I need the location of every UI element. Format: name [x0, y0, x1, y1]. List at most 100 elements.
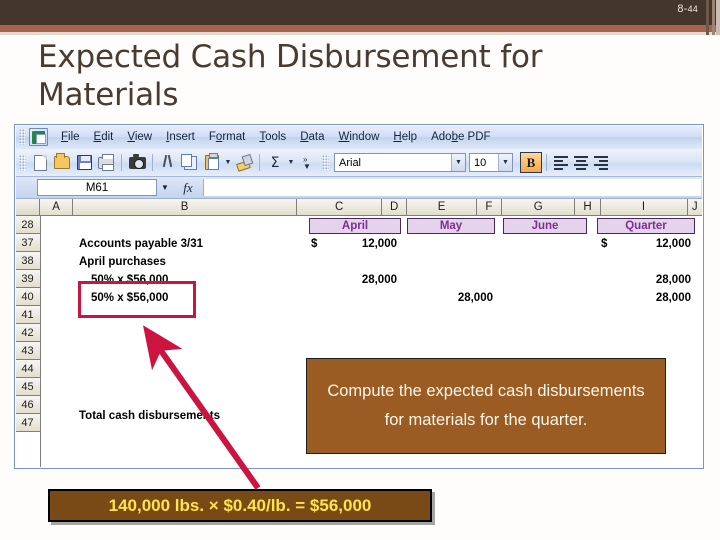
- excel-toolbar: ▼ Σ ▼ » ▼ Arial ▼ 10 ▼ B: [15, 149, 703, 177]
- excel-formula-bar: M61 ▼ fx: [15, 177, 703, 199]
- header-rail-3: [716, 0, 720, 35]
- menu-item-format[interactable]: Format: [202, 129, 252, 145]
- slide-number: 8-44: [677, 3, 698, 15]
- cell-quarter-dollar-sign: $: [601, 238, 608, 250]
- column-header-f[interactable]: F: [476, 199, 502, 215]
- align-center-button[interactable]: [571, 153, 591, 173]
- autosum-dropdown-arrow-icon[interactable]: ▼: [286, 152, 296, 174]
- column-header-g[interactable]: G: [501, 199, 576, 215]
- column-header-h[interactable]: H: [575, 199, 601, 215]
- align-right-button[interactable]: [591, 153, 611, 173]
- slide-header-shadow: [0, 32, 720, 35]
- column-header-row: A B C D E F G H I J: [15, 199, 703, 216]
- column-header-a[interactable]: A: [40, 199, 74, 215]
- formatting-toolbar-grip[interactable]: [322, 154, 329, 171]
- period-header-may: May: [407, 218, 495, 234]
- menu-item-file[interactable]: File: [54, 129, 87, 145]
- autosum-button[interactable]: Σ: [264, 152, 286, 174]
- header-rail-2: [712, 0, 715, 35]
- column-header-c[interactable]: C: [297, 199, 383, 215]
- cell-label-accounts-payable: Accounts payable 3/31: [79, 238, 203, 250]
- menu-item-insert[interactable]: Insert: [159, 129, 202, 145]
- row-header-column: 28 37 38 39 40 41 42 43 44 45 46 47: [15, 216, 41, 467]
- column-header-e[interactable]: E: [407, 199, 477, 215]
- name-box[interactable]: M61: [37, 179, 157, 196]
- camera-icon: [128, 153, 146, 169]
- period-header-april: April: [309, 218, 401, 234]
- menu-item-help[interactable]: Help: [386, 129, 424, 145]
- font-name-value: Arial: [339, 156, 362, 169]
- column-header-b[interactable]: B: [73, 199, 298, 215]
- row-header-44[interactable]: 44: [15, 360, 40, 378]
- align-left-button[interactable]: [551, 153, 571, 173]
- formula-input[interactable]: [203, 179, 701, 196]
- cell-april-accounts-payable: 12,000: [361, 238, 397, 250]
- menu-item-data[interactable]: Data: [293, 129, 331, 145]
- row-header-45[interactable]: 45: [15, 378, 40, 396]
- copy-icon: [180, 153, 197, 170]
- page-title: Expected Cash Disbursement for Materials: [38, 39, 543, 113]
- row-header-42[interactable]: 42: [15, 324, 40, 342]
- open-button[interactable]: [51, 152, 73, 174]
- bold-button[interactable]: B: [520, 152, 542, 173]
- row-header-38[interactable]: 38: [15, 252, 40, 270]
- menu-item-adobe-pdf[interactable]: Adobe PDF: [424, 129, 497, 145]
- name-box-dropdown-icon[interactable]: ▼: [157, 178, 173, 197]
- toolbar-separator-2: [152, 154, 153, 171]
- menu-item-tools[interactable]: Tools: [252, 129, 293, 145]
- row-header-37[interactable]: 37: [15, 234, 40, 252]
- slide-header-accent: [0, 25, 720, 32]
- cell-quarter-row40: 28,000: [655, 292, 691, 304]
- more-buttons-button[interactable]: » ▼: [296, 152, 318, 174]
- row-header-28[interactable]: 28: [15, 216, 40, 234]
- menu-item-view[interactable]: View: [120, 129, 159, 145]
- print-button[interactable]: [95, 152, 117, 174]
- camera-button[interactable]: [126, 152, 148, 174]
- slide: 8-44 Expected Cash Disbursement for Mate…: [0, 0, 720, 540]
- menu-item-edit[interactable]: Edit: [87, 129, 121, 145]
- slide-number-main: 8-: [677, 3, 688, 15]
- save-icon: [76, 155, 92, 170]
- format-painter-icon: [236, 155, 252, 170]
- row-header-43[interactable]: 43: [15, 342, 40, 360]
- cell-label-april-purchases: April purchases: [79, 256, 166, 268]
- row-header-46[interactable]: 46: [15, 396, 40, 414]
- insert-function-icon[interactable]: fx: [173, 180, 203, 196]
- toolbar-separator-1: [121, 154, 122, 171]
- paste-dropdown-arrow-icon[interactable]: ▼: [223, 152, 233, 174]
- row-header-47[interactable]: 47: [15, 414, 40, 432]
- period-header-june: June: [503, 218, 587, 234]
- slide-number-sub: 44: [687, 4, 698, 14]
- toolbar-grip-handle[interactable]: [19, 154, 26, 171]
- font-name-combobox[interactable]: Arial ▼: [334, 153, 466, 172]
- select-all-corner[interactable]: [15, 199, 41, 215]
- font-name-dropdown-icon[interactable]: ▼: [451, 154, 465, 171]
- excel-menu-bar: File Edit View Insert Format Tools Data …: [15, 125, 703, 149]
- font-size-value: 10: [474, 156, 487, 169]
- row-header-40[interactable]: 40: [15, 288, 40, 306]
- font-size-dropdown-icon[interactable]: ▼: [498, 154, 512, 171]
- column-header-d[interactable]: D: [382, 199, 408, 215]
- new-document-icon: [33, 154, 47, 171]
- slide-header-bar: [0, 0, 720, 25]
- format-painter-button[interactable]: [233, 152, 255, 174]
- column-header-i[interactable]: I: [600, 199, 688, 215]
- cell-may-row40: 28,000: [457, 292, 493, 304]
- menu-item-window[interactable]: Window: [332, 129, 387, 145]
- cell-label-total-cash-disbursements: Total cash disbursements: [79, 410, 221, 422]
- copy-button[interactable]: [179, 152, 201, 174]
- highlight-box-purchases: [78, 281, 196, 318]
- toolbar-separator-4: [546, 154, 547, 171]
- font-size-combobox[interactable]: 10 ▼: [469, 153, 513, 172]
- cell-quarter-row39: 28,000: [655, 274, 691, 286]
- paste-button[interactable]: [201, 152, 223, 174]
- save-button[interactable]: [73, 152, 95, 174]
- open-folder-icon: [54, 153, 70, 169]
- menu-grip-handle[interactable]: [19, 129, 26, 145]
- column-header-j[interactable]: J: [687, 199, 703, 215]
- cut-button[interactable]: [157, 152, 179, 174]
- print-icon: [98, 153, 114, 171]
- new-document-button[interactable]: [29, 152, 51, 174]
- row-header-39[interactable]: 39: [15, 270, 40, 288]
- row-header-41[interactable]: 41: [15, 306, 40, 324]
